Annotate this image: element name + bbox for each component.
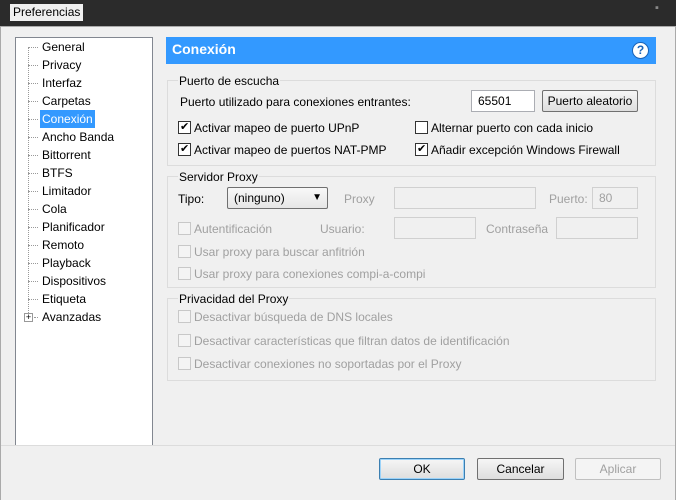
apply-button[interactable]: Aplicar — [575, 458, 661, 480]
sidebar-item-label: Privacy — [42, 58, 82, 72]
sidebar-item-label: Cola — [42, 202, 67, 216]
proxy-port-input[interactable]: 80 — [592, 187, 638, 209]
sidebar-item-label: Avanzadas — [42, 310, 102, 324]
sidebar-item-label: General — [42, 40, 85, 54]
proxy-port-label: Puerto: — [549, 192, 588, 206]
proxy-type-label: Tipo: — [178, 192, 205, 206]
proxy-hostname-label: Usar proxy para buscar anfitrión — [194, 245, 365, 259]
sidebar-item-label: Conexión — [40, 110, 95, 128]
chevron-down-icon: ▼ — [312, 192, 322, 203]
proxy-type-select[interactable]: (ninguno) ▼ — [227, 187, 328, 209]
natpmp-checkbox[interactable] — [178, 142, 191, 156]
disable-unsupported-label: Desactivar conexiones no soportadas por … — [194, 357, 462, 371]
natpmp-label: Activar mapeo de puertos NAT-PMP — [194, 143, 387, 157]
group-title: Servidor Proxy — [178, 170, 259, 184]
username-input[interactable] — [394, 217, 476, 239]
disable-features-label: Desactivar características que filtran d… — [194, 334, 510, 348]
sidebar-item-label: Playback — [42, 256, 91, 270]
close-icon[interactable]: ▪ — [647, 2, 667, 14]
sidebar-item-label: BTFS — [42, 166, 73, 180]
proxy-host-input[interactable] — [394, 187, 536, 209]
username-label: Usuario: — [320, 222, 365, 236]
sidebar-item-label: Etiqueta — [42, 292, 87, 306]
disable-dns-label: Desactivar búsqueda de DNS locales — [194, 310, 393, 324]
port-input[interactable]: 65501 — [471, 90, 535, 112]
random-port-button[interactable]: Puerto aleatorio — [542, 90, 638, 112]
group-title: Puerto de escucha — [178, 74, 281, 88]
disable-features-checkbox[interactable] — [178, 334, 191, 347]
cancel-button[interactable]: Cancelar — [477, 458, 564, 480]
category-tree: General Privacy Interfaz Carpetas Conexi… — [15, 37, 153, 447]
proxy-type-value: (ninguno) — [234, 191, 285, 205]
password-label: Contraseña — [486, 222, 549, 236]
ok-button[interactable]: OK — [379, 458, 465, 480]
sidebar-item-label: Ancho Banda — [42, 130, 115, 144]
tree-connector — [28, 47, 29, 317]
alternate-port-label: Alternar puerto con cada inicio — [431, 121, 594, 135]
upnp-checkbox[interactable] — [178, 120, 191, 134]
section-header: Conexión ? — [166, 37, 656, 64]
preferences-window: General Privacy Interfaz Carpetas Conexi… — [0, 26, 676, 500]
button-bar — [1, 445, 675, 500]
window-title: Preferencias — [10, 4, 84, 21]
firewall-label: Añadir excepción Windows Firewall — [431, 143, 620, 157]
disable-unsupported-checkbox[interactable] — [178, 357, 191, 370]
sidebar-item-label: Limitador — [42, 184, 92, 198]
proxy-hostname-checkbox[interactable] — [178, 245, 191, 258]
port-label: Puerto utilizado para conexiones entrant… — [180, 95, 411, 109]
proxy-p2p-label: Usar proxy para conexiones compi-a-compi — [194, 267, 426, 281]
sidebar-item-label: Dispositivos — [42, 274, 107, 288]
proxy-host-label: Proxy — [344, 192, 375, 206]
disable-dns-checkbox[interactable] — [178, 310, 191, 323]
sidebar-item-label: Interfaz — [42, 76, 83, 90]
help-icon[interactable]: ? — [632, 42, 649, 59]
sidebar-item-label: Carpetas — [42, 94, 91, 108]
auth-label: Autentificación — [194, 222, 273, 236]
password-input[interactable] — [556, 217, 638, 239]
auth-checkbox[interactable] — [178, 222, 191, 235]
title-bar: Preferencias ▪ — [0, 0, 676, 26]
sidebar-item-avanzadas[interactable]: + Avanzadas — [16, 308, 152, 326]
firewall-checkbox[interactable] — [415, 142, 428, 156]
page-title: Conexión — [172, 41, 236, 57]
sidebar-item-label: Bittorrent — [42, 148, 91, 162]
upnp-label: Activar mapeo de puerto UPnP — [194, 121, 360, 135]
alternate-port-checkbox[interactable] — [415, 121, 428, 134]
proxy-p2p-checkbox[interactable] — [178, 267, 191, 280]
sidebar-item-label: Planificador — [42, 220, 105, 234]
expand-plus-icon[interactable]: + — [24, 313, 33, 322]
group-title: Privacidad del Proxy — [178, 292, 290, 306]
sidebar-item-label: Remoto — [42, 238, 85, 252]
